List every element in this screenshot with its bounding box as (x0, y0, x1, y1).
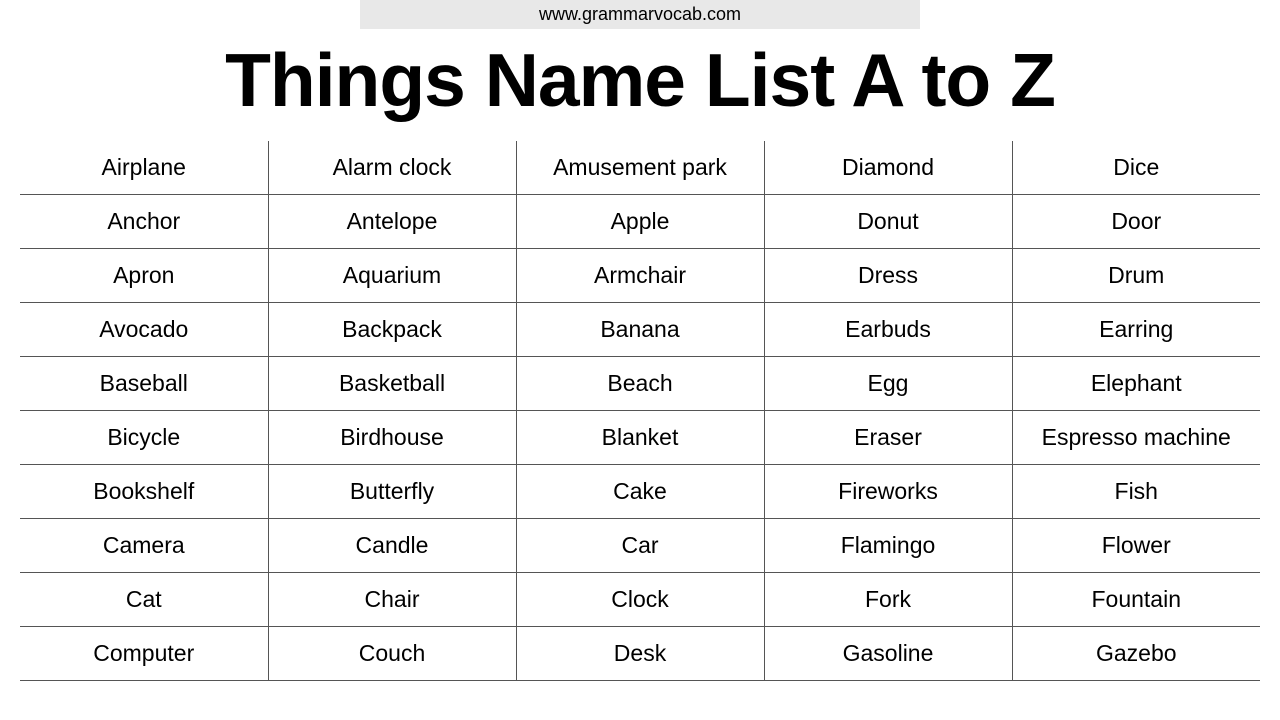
table-cell: Bicycle (20, 411, 268, 465)
table-cell: Computer (20, 627, 268, 681)
table-cell: Camera (20, 519, 268, 573)
table-cell: Fireworks (764, 465, 1012, 519)
table-cell: Beach (516, 357, 764, 411)
table-cell: Car (516, 519, 764, 573)
table-row: ApronAquariumArmchairDressDrum (20, 249, 1260, 303)
table-cell: Apron (20, 249, 268, 303)
table-cell: Cake (516, 465, 764, 519)
table-cell: Avocado (20, 303, 268, 357)
table-cell: Amusement park (516, 141, 764, 195)
table-cell: Elephant (1012, 357, 1260, 411)
table-row: CameraCandleCarFlamingoFlower (20, 519, 1260, 573)
table-row: AvocadoBackpackBananaEarbudsEarring (20, 303, 1260, 357)
table-cell: Aquarium (268, 249, 516, 303)
table-cell: Eraser (764, 411, 1012, 465)
table-cell: Door (1012, 195, 1260, 249)
table-cell: Gazebo (1012, 627, 1260, 681)
table-cell: Butterfly (268, 465, 516, 519)
table-cell: Clock (516, 573, 764, 627)
table-cell: Egg (764, 357, 1012, 411)
table-cell: Espresso machine (1012, 411, 1260, 465)
table-container: AirplaneAlarm clockAmusement parkDiamond… (0, 141, 1280, 681)
table-cell: Banana (516, 303, 764, 357)
table-cell: Alarm clock (268, 141, 516, 195)
table-cell: Cat (20, 573, 268, 627)
table-cell: Earbuds (764, 303, 1012, 357)
table-cell: Desk (516, 627, 764, 681)
table-cell: Donut (764, 195, 1012, 249)
table-cell: Diamond (764, 141, 1012, 195)
table-row: AnchorAntelopeAppleDonutDoor (20, 195, 1260, 249)
table-cell: Dice (1012, 141, 1260, 195)
table-cell: Chair (268, 573, 516, 627)
table-row: BookshelfButterflyCakeFireworksFish (20, 465, 1260, 519)
table-cell: Baseball (20, 357, 268, 411)
table-cell: Candle (268, 519, 516, 573)
table-cell: Flower (1012, 519, 1260, 573)
table-cell: Flamingo (764, 519, 1012, 573)
table-cell: Backpack (268, 303, 516, 357)
table-cell: Apple (516, 195, 764, 249)
page-title: Things Name List A to Z (0, 37, 1280, 123)
table-cell: Armchair (516, 249, 764, 303)
things-table: AirplaneAlarm clockAmusement parkDiamond… (20, 141, 1260, 681)
table-cell: Fork (764, 573, 1012, 627)
table-cell: Gasoline (764, 627, 1012, 681)
table-cell: Bookshelf (20, 465, 268, 519)
site-header: www.grammarvocab.com (360, 0, 920, 29)
table-row: BicycleBirdhouseBlanketEraserEspresso ma… (20, 411, 1260, 465)
table-cell: Blanket (516, 411, 764, 465)
table-cell: Drum (1012, 249, 1260, 303)
table-cell: Antelope (268, 195, 516, 249)
table-cell: Earring (1012, 303, 1260, 357)
site-url: www.grammarvocab.com (539, 4, 741, 24)
table-row: ComputerCouchDeskGasolineGazebo (20, 627, 1260, 681)
table-row: BaseballBasketballBeachEggElephant (20, 357, 1260, 411)
table-cell: Birdhouse (268, 411, 516, 465)
table-cell: Anchor (20, 195, 268, 249)
table-cell: Couch (268, 627, 516, 681)
table-cell: Fountain (1012, 573, 1260, 627)
table-row: AirplaneAlarm clockAmusement parkDiamond… (20, 141, 1260, 195)
table-cell: Basketball (268, 357, 516, 411)
table-cell: Dress (764, 249, 1012, 303)
table-row: CatChairClockForkFountain (20, 573, 1260, 627)
table-cell: Airplane (20, 141, 268, 195)
table-cell: Fish (1012, 465, 1260, 519)
